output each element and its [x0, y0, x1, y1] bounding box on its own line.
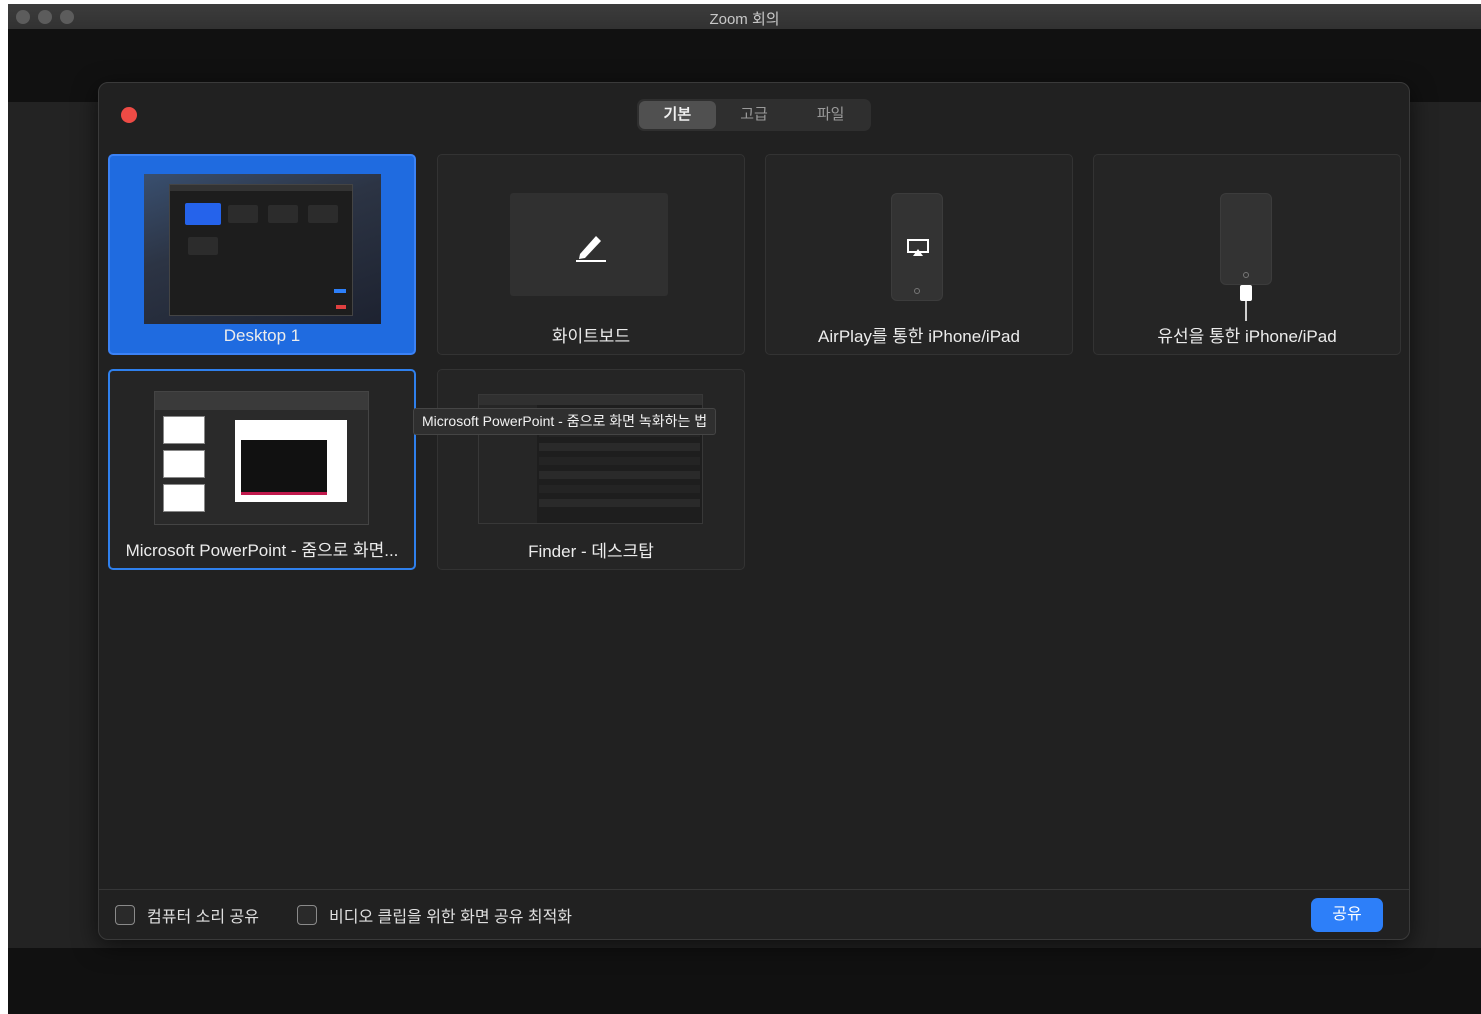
- phone-home-button: [914, 288, 920, 294]
- checkbox-label: 컴퓨터 소리 공유: [147, 909, 259, 926]
- zoom-window: Zoom 회의 기본 고급 파일 Desktop 1 화이트보드 AirPlay…: [8, 4, 1481, 1014]
- source-wired-iphone[interactable]: 유선을 통한 iPhone/iPad: [1093, 154, 1401, 355]
- desktop-thumbnail-selected-tile: [185, 203, 221, 225]
- tab-files[interactable]: 파일: [792, 101, 869, 129]
- dialog-close-button[interactable]: [121, 107, 137, 123]
- tooltip: Microsoft PowerPoint - 줌으로 화면 녹화하는 법: [413, 408, 717, 435]
- share-screen-dialog: 기본 고급 파일 Desktop 1 화이트보드 AirPlay를 통한 iPh…: [98, 82, 1410, 940]
- share-button[interactable]: 공유: [1311, 898, 1383, 932]
- optimize-video-checkbox[interactable]: 비디오 클립을 위한 화면 공유 최적화: [297, 903, 572, 927]
- ppt-thumbnail-slide: [163, 416, 205, 444]
- desktop-thumbnail-stop-button: [336, 305, 346, 309]
- finder-thumbnail-row: [539, 443, 700, 451]
- desktop-thumbnail: [144, 174, 381, 324]
- ppt-thumbnail-slide: [163, 484, 205, 512]
- airplay-icon: [906, 238, 930, 263]
- pencil-icon: [572, 227, 608, 268]
- tab-basic[interactable]: 기본: [639, 101, 716, 129]
- phone-thumbnail: [891, 193, 943, 301]
- phone-home-button: [1243, 272, 1249, 278]
- title-bar: Zoom 회의: [8, 4, 1481, 30]
- desktop-thumbnail-tile: [268, 205, 298, 223]
- source-desktop-1[interactable]: Desktop 1: [108, 154, 416, 355]
- finder-thumbnail-row: [539, 471, 700, 479]
- background-bottom: [8, 948, 1481, 1014]
- share-sound-checkbox[interactable]: 컴퓨터 소리 공유: [115, 903, 259, 927]
- source-label: Desktop 1: [223, 326, 301, 345]
- tab-advanced[interactable]: 고급: [716, 101, 793, 129]
- source-whiteboard[interactable]: 화이트보드: [437, 154, 745, 355]
- source-label: Microsoft PowerPoint - 줌으로 화면...: [125, 541, 399, 560]
- checkbox-box[interactable]: [115, 905, 135, 925]
- desktop-thumbnail-tile: [228, 205, 258, 223]
- window-title: Zoom 회의: [709, 11, 780, 28]
- cable-wire: [1245, 301, 1247, 321]
- whiteboard-thumbnail: [510, 193, 668, 296]
- powerpoint-thumbnail: [154, 391, 369, 525]
- finder-thumbnail-row: [539, 485, 700, 493]
- ppt-thumbnail-slide: [163, 450, 205, 478]
- ppt-thumbnail-toolbar: [155, 392, 368, 410]
- source-powerpoint[interactable]: Microsoft PowerPoint - 줌으로 화면...: [108, 369, 416, 570]
- desktop-thumbnail-window: [169, 184, 353, 316]
- desktop-thumbnail-tile: [308, 205, 338, 223]
- source-finder[interactable]: Finder - 데스크탑: [437, 369, 745, 570]
- checkbox-box[interactable]: [297, 905, 317, 925]
- source-label: 유선을 통한 iPhone/iPad: [1157, 327, 1337, 346]
- footer-divider: [99, 889, 1409, 890]
- source-airplay-iphone[interactable]: AirPlay를 통한 iPhone/iPad: [765, 154, 1073, 355]
- share-tabs: 기본 고급 파일: [637, 99, 871, 131]
- ppt-thumbnail-main-slide: [235, 420, 347, 502]
- cable-connector: [1240, 285, 1252, 301]
- phone-thumbnail: [1220, 193, 1272, 285]
- checkbox-label: 비디오 클립을 위한 화면 공유 최적화: [329, 909, 573, 926]
- source-label: Finder - 데스크탑: [528, 542, 654, 561]
- finder-thumbnail-row: [539, 457, 700, 465]
- desktop-thumbnail-titlebar: [170, 185, 352, 191]
- finder-thumbnail-toolbar: [479, 395, 702, 405]
- finder-thumbnail-row: [539, 499, 700, 507]
- ppt-thumbnail-slide-content: [241, 440, 327, 495]
- source-label: 화이트보드: [551, 327, 631, 346]
- desktop-thumbnail-share-button: [334, 289, 346, 293]
- source-label: AirPlay를 통한 iPhone/iPad: [818, 327, 1020, 346]
- desktop-thumbnail-tile: [188, 237, 218, 255]
